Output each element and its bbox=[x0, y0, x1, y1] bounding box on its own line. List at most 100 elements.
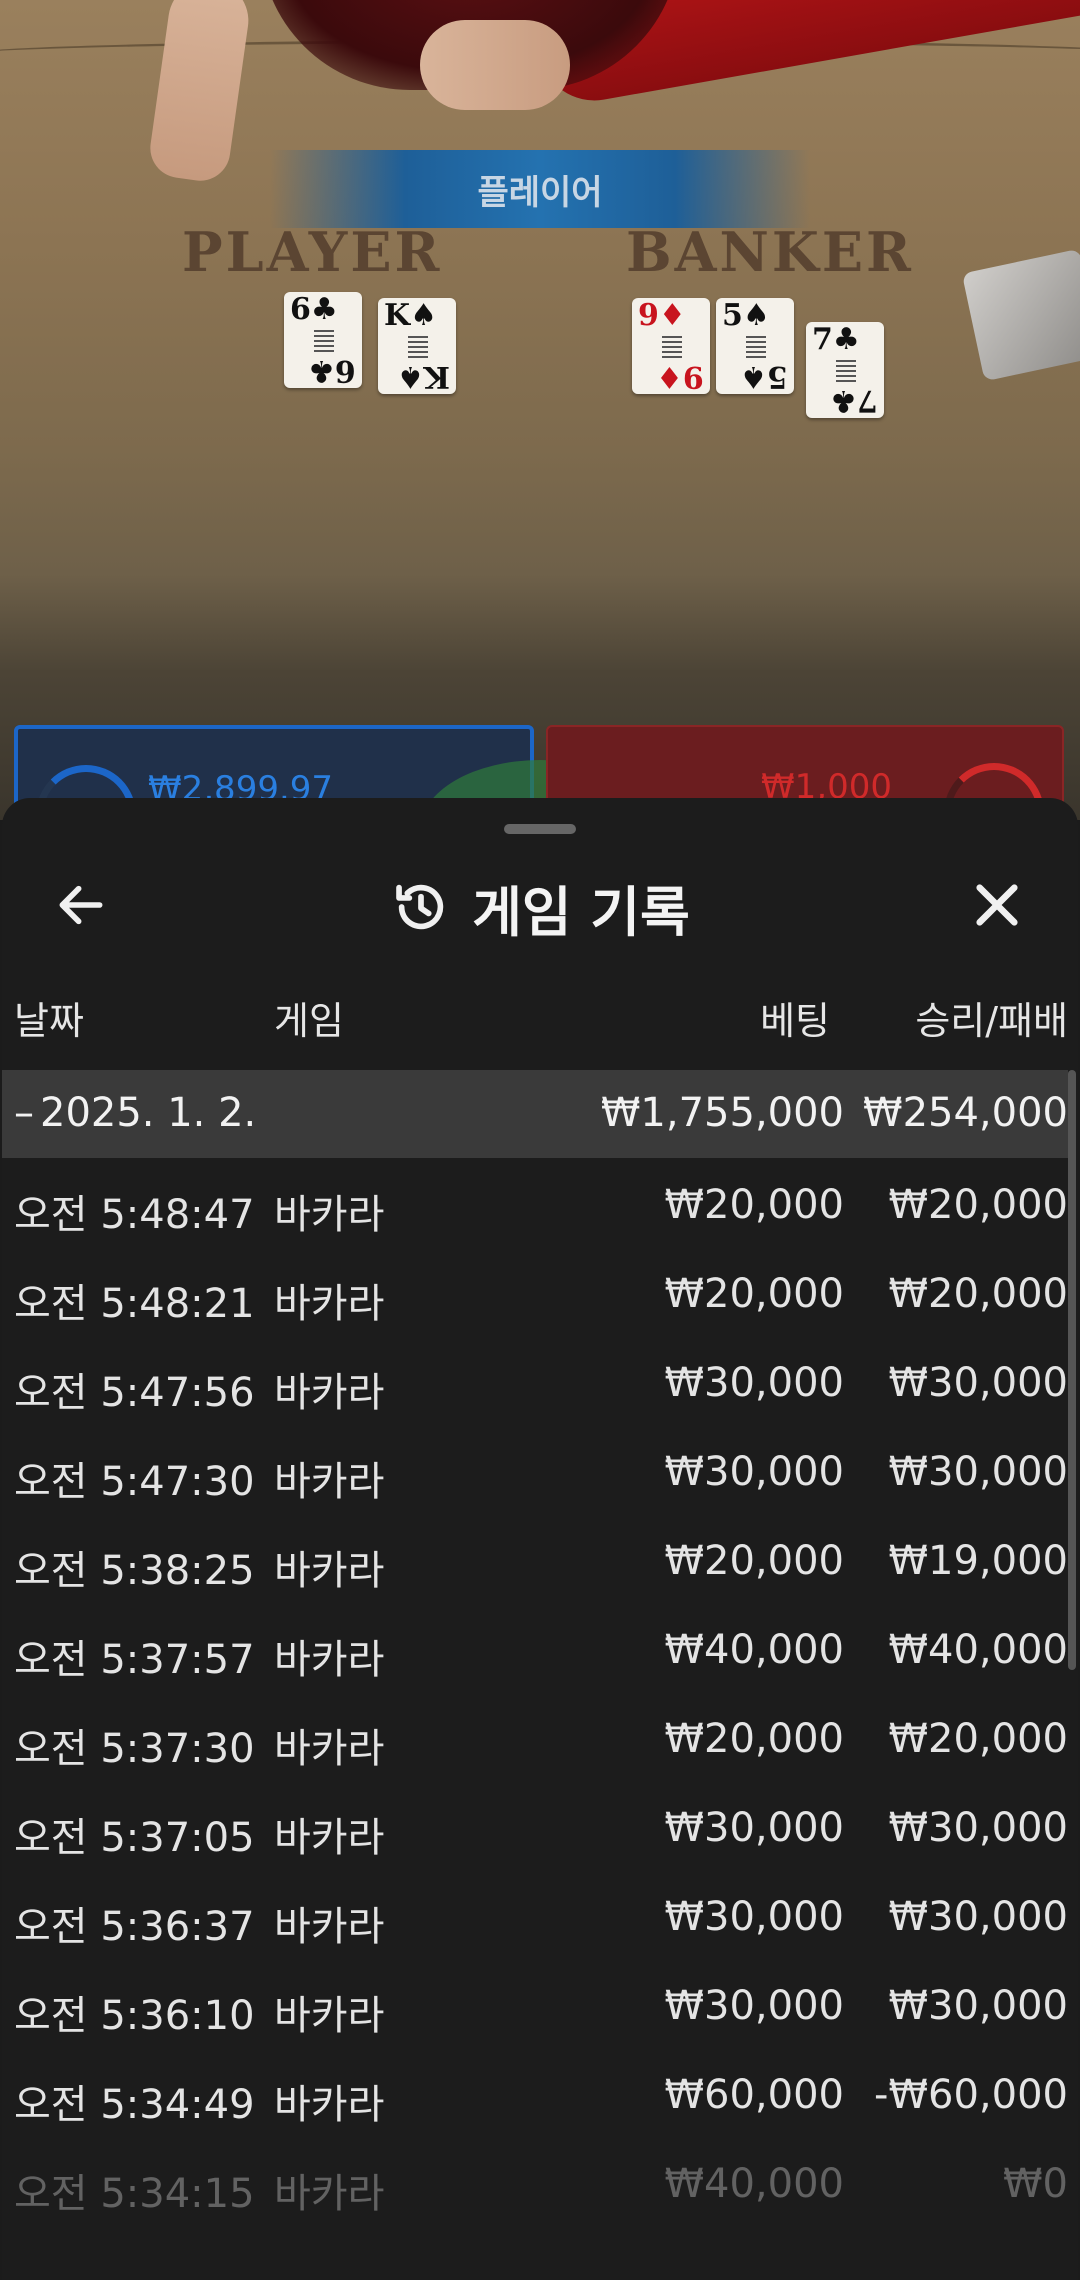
row-time: 오전 5:36:37 bbox=[14, 1904, 255, 1950]
row-time: 오전 5:48:21 bbox=[14, 1281, 255, 1327]
winner-banner-text: 플레이어 bbox=[477, 172, 603, 213]
sheet-drag-handle[interactable] bbox=[504, 824, 576, 834]
row-time: 오전 5:34:49 bbox=[14, 2082, 255, 2128]
row-game: 바카라 bbox=[274, 1192, 385, 1238]
row-time: 오전 5:37:30 bbox=[14, 1726, 255, 1772]
row-time: 오전 5:34:15 bbox=[14, 2171, 255, 2217]
dealer-hand-left bbox=[146, 0, 254, 185]
card-rank-inverted: 7♣ bbox=[830, 383, 878, 418]
date-group-date: 2025. 1. 2. bbox=[40, 1090, 257, 1136]
row-bet: ₩30,000 bbox=[664, 1805, 844, 1851]
row-game: 바카라 bbox=[274, 1815, 385, 1861]
row-winloss: ₩20,000 bbox=[888, 1271, 1068, 1317]
card-rank-text: 7 bbox=[857, 383, 878, 418]
card-rank-text: K bbox=[384, 298, 411, 333]
row-bet: ₩20,000 bbox=[664, 1271, 844, 1317]
collapse-toggle[interactable]: – bbox=[14, 1090, 34, 1136]
card-rank-inverted: 5♠ bbox=[740, 359, 788, 394]
game-history-sheet: 게임 기록 날짜 게임 베팅 승리/패배 – 2025. 1. 2. ₩1,75… bbox=[2, 798, 1078, 2280]
column-header-date: 날짜 bbox=[14, 999, 84, 1043]
row-bet: ₩30,000 bbox=[664, 1449, 844, 1495]
row-winloss: ₩30,000 bbox=[888, 1983, 1068, 2029]
playing-card: 7♣ 7♣ bbox=[806, 322, 884, 418]
card-suit-icon: ♣ bbox=[832, 322, 860, 357]
table-header: 날짜 게임 베팅 승리/패배 bbox=[2, 976, 1078, 1046]
card-suit-icon: ♠ bbox=[740, 359, 768, 394]
table-row[interactable]: 오전 5:36:37 바카라 ₩30,000 ₩30,000 bbox=[2, 1870, 1068, 1959]
card-suit-icon: ♣ bbox=[310, 292, 338, 327]
table-row[interactable]: 오전 5:38:25 바카라 ₩20,000 ₩19,000 bbox=[2, 1514, 1068, 1603]
table-row[interactable]: 오전 5:48:21 바카라 ₩20,000 ₩20,000 bbox=[2, 1247, 1068, 1336]
card-rank-text: K bbox=[423, 359, 450, 394]
playing-card: K♠ K♠ bbox=[378, 298, 456, 394]
row-game: 바카라 bbox=[274, 1726, 385, 1772]
close-icon bbox=[976, 884, 1018, 926]
row-game: 바카라 bbox=[274, 1548, 385, 1594]
row-game: 바카라 bbox=[274, 1370, 385, 1416]
column-header-bet: 베팅 bbox=[760, 999, 830, 1043]
table-row[interactable]: 오전 5:34:49 바카라 ₩60,000 -₩60,000 bbox=[2, 2048, 1068, 2137]
card-rank: 6♣ bbox=[290, 294, 338, 326]
card-rank: 7♣ bbox=[812, 324, 860, 356]
history-icon bbox=[396, 884, 444, 930]
card-rank-text: 6 bbox=[335, 353, 356, 388]
card-rank-inverted: 6♣ bbox=[308, 353, 356, 388]
app-screen: 플레이어 PLAYER BANKER 6♣ 6♣ K♠ K♠ 9♦ 9♦ 5♠ 5♠ 7♣ 7♣… bbox=[0, 0, 1080, 2280]
card-rank: 9♦ bbox=[638, 300, 686, 332]
close-button[interactable] bbox=[962, 870, 1032, 940]
card-shoe bbox=[961, 248, 1080, 382]
winner-banner: 플레이어 bbox=[270, 150, 810, 228]
table-row[interactable]: 오전 5:37:57 바카라 ₩40,000 ₩40,000 bbox=[2, 1603, 1068, 1692]
table-row[interactable]: 오전 5:37:05 바카라 ₩30,000 ₩30,000 bbox=[2, 1781, 1068, 1870]
row-time: 오전 5:36:10 bbox=[14, 1993, 255, 2039]
dealer-hand-right bbox=[420, 20, 570, 110]
table-row[interactable]: 오전 5:37:30 바카라 ₩20,000 ₩20,000 bbox=[2, 1692, 1068, 1781]
card-rank-text: 5 bbox=[767, 359, 788, 394]
card-suit-icon: ♦ bbox=[658, 298, 686, 333]
row-winloss: ₩20,000 bbox=[888, 1716, 1068, 1762]
row-winloss: ₩0 bbox=[1003, 2161, 1068, 2207]
card-rank-text: 7 bbox=[812, 322, 833, 357]
row-game: 바카라 bbox=[274, 1637, 385, 1683]
card-suit-icon: ♣ bbox=[830, 383, 858, 418]
row-winloss: -₩60,000 bbox=[874, 2072, 1068, 2118]
table-row[interactable]: 오전 5:48:47 바카라 ₩20,000 ₩20,000 bbox=[2, 1158, 1068, 1247]
card-suit-icon: ♠ bbox=[742, 298, 770, 333]
card-face bbox=[408, 336, 428, 358]
row-winloss: ₩20,000 bbox=[888, 1182, 1068, 1228]
table-row[interactable]: 오전 5:36:10 바카라 ₩30,000 ₩30,000 bbox=[2, 1959, 1068, 2048]
row-bet: ₩20,000 bbox=[664, 1538, 844, 1584]
date-group-total-bet: ₩1,755,000 bbox=[600, 1090, 844, 1136]
column-header-winloss: 승리/패배 bbox=[915, 999, 1068, 1043]
card-rank-text: 9 bbox=[638, 298, 659, 333]
table-row[interactable]: 오전 5:47:56 바카라 ₩30,000 ₩30,000 bbox=[2, 1336, 1068, 1425]
row-bet: ₩30,000 bbox=[664, 1983, 844, 2029]
history-list: 오전 5:48:47 바카라 ₩20,000 ₩20,000 오전 5:48:21 바카라… bbox=[2, 1158, 1068, 2226]
banker-area-label: BANKER bbox=[626, 220, 914, 284]
row-time: 오전 5:37:05 bbox=[14, 1815, 255, 1861]
card-rank: 5♠ bbox=[722, 300, 770, 332]
table-row[interactable]: 오전 5:34:15 바카라 ₩40,000 ₩0 bbox=[2, 2137, 1068, 2226]
table-row[interactable]: 오전 5:47:30 바카라 ₩30,000 ₩30,000 bbox=[2, 1425, 1068, 1514]
playing-card: 5♠ 5♠ bbox=[716, 298, 794, 394]
row-bet: ₩20,000 bbox=[664, 1716, 844, 1762]
row-winloss: ₩40,000 bbox=[888, 1627, 1068, 1673]
card-suit-icon: ♣ bbox=[308, 353, 336, 388]
row-winloss: ₩30,000 bbox=[888, 1449, 1068, 1495]
date-group-row[interactable]: – 2025. 1. 2. ₩1,755,000 ₩254,000 bbox=[2, 1070, 1068, 1158]
card-face bbox=[746, 336, 766, 358]
row-bet: ₩60,000 bbox=[664, 2072, 844, 2118]
sheet-header: 게임 기록 bbox=[2, 848, 1078, 958]
sheet-title-group: 게임 기록 bbox=[2, 872, 1078, 944]
row-game: 바카라 bbox=[274, 1993, 385, 2039]
row-bet: ₩30,000 bbox=[664, 1894, 844, 1940]
row-winloss: ₩30,000 bbox=[888, 1894, 1068, 1940]
card-suit-icon: ♠ bbox=[410, 298, 437, 333]
card-face bbox=[662, 336, 682, 358]
card-face bbox=[836, 360, 856, 382]
row-time: 오전 5:38:25 bbox=[14, 1548, 255, 1594]
row-winloss: ₩30,000 bbox=[888, 1805, 1068, 1851]
card-rank-text: 5 bbox=[722, 298, 743, 333]
scrollbar[interactable] bbox=[1068, 1070, 1076, 1670]
row-time: 오전 5:47:30 bbox=[14, 1459, 255, 1505]
